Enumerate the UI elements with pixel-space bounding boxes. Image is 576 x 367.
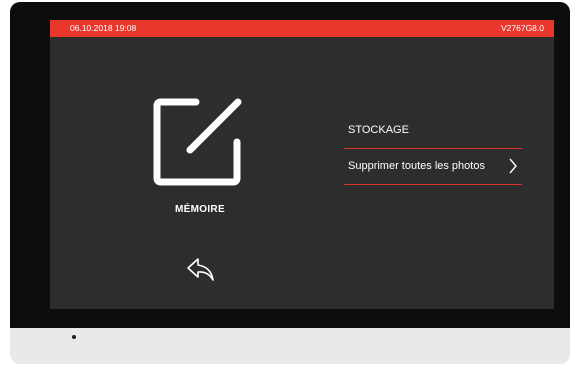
menu-item-label: Supprimer toutes les photos <box>348 160 485 172</box>
status-bar: 06.10.2018 19:08 V2767G8.0 <box>50 20 554 37</box>
memory-label: MÉMOIRE <box>175 204 225 215</box>
back-button[interactable] <box>184 256 218 284</box>
chevron-right-icon <box>509 158 517 174</box>
menu-item-delete-all-photos[interactable]: Supprimer toutes les photos <box>344 148 522 185</box>
menu-item-label: STOCKAGE <box>348 124 409 136</box>
menu-item-storage[interactable]: STOCKAGE <box>344 112 522 149</box>
firmware-version: V2767G8.0 <box>500 23 544 33</box>
screen: 06.10.2018 19:08 V2767G8.0 MÉMOIRE STOCK… <box>50 20 554 309</box>
back-arrow-icon <box>187 258 214 281</box>
device-bezel: 06.10.2018 19:08 V2767G8.0 MÉMOIRE STOCK… <box>10 2 570 328</box>
intercom-device: 06.10.2018 19:08 V2767G8.0 MÉMOIRE STOCK… <box>10 2 570 364</box>
edit-square-icon[interactable] <box>152 96 248 188</box>
status-datetime: 06.10.2018 19:08 <box>70 23 137 33</box>
indicator-dot <box>72 335 76 339</box>
